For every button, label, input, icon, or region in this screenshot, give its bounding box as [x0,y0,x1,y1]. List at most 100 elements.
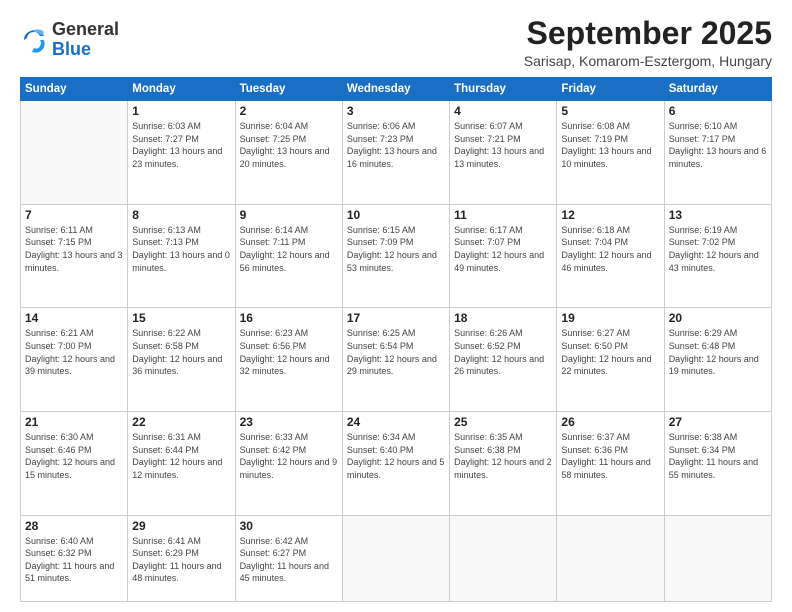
day-info: Sunrise: 6:42 AM Sunset: 6:27 PM Dayligh… [240,535,338,585]
calendar-body: 1 Sunrise: 6:03 AM Sunset: 7:27 PM Daylig… [21,101,772,602]
table-row: 19Sunrise: 6:27 AM Sunset: 6:50 PM Dayli… [557,308,664,412]
day-number: 17 [347,311,445,325]
col-tuesday: Tuesday [235,78,342,101]
table-row: 3 Sunrise: 6:06 AM Sunset: 7:23 PM Daylig… [342,101,449,205]
table-row [450,515,557,601]
col-thursday: Thursday [450,78,557,101]
table-row: 29 Sunrise: 6:41 AM Sunset: 6:29 PM Dayli… [128,515,235,601]
day-number: 5 [561,104,659,118]
day-info: Sunrise: 6:21 AM Sunset: 7:00 PM Dayligh… [25,327,123,377]
day-info: Sunrise: 6:07 AM Sunset: 7:21 PM Dayligh… [454,120,552,170]
logo-text: General Blue [52,20,119,60]
day-info: Sunrise: 6:29 AM Sunset: 6:48 PM Dayligh… [669,327,767,377]
day-info: Sunrise: 6:08 AM Sunset: 7:19 PM Dayligh… [561,120,659,170]
table-row: 7 Sunrise: 6:11 AM Sunset: 7:15 PM Daylig… [21,204,128,308]
header: General Blue September 2025 Sarisap, Kom… [20,16,772,69]
day-info: Sunrise: 6:34 AM Sunset: 6:40 PM Dayligh… [347,431,445,481]
table-row: 17 Sunrise: 6:25 AM Sunset: 6:54 PM Dayli… [342,308,449,412]
day-number: 7 [25,208,123,222]
table-row: 9Sunrise: 6:14 AM Sunset: 7:11 PM Daylig… [235,204,342,308]
day-number: 6 [669,104,767,118]
day-number: 26 [561,415,659,429]
table-row: 23 Sunrise: 6:33 AM Sunset: 6:42 PM Dayli… [235,411,342,515]
day-number: 3 [347,104,445,118]
table-row: 5 Sunrise: 6:08 AM Sunset: 7:19 PM Daylig… [557,101,664,205]
day-number: 1 [132,104,230,118]
day-number: 10 [347,208,445,222]
table-row: 11 Sunrise: 6:17 AM Sunset: 7:07 PM Dayli… [450,204,557,308]
day-info: Sunrise: 6:19 AM Sunset: 7:02 PM Dayligh… [669,224,767,274]
table-row: 21 Sunrise: 6:30 AM Sunset: 6:46 PM Dayli… [21,411,128,515]
table-row: 26 Sunrise: 6:37 AM Sunset: 6:36 PM Dayli… [557,411,664,515]
table-row: 10Sunrise: 6:15 AM Sunset: 7:09 PM Dayli… [342,204,449,308]
title-block: September 2025 Sarisap, Komarom-Esztergo… [524,16,772,69]
day-info: Sunrise: 6:38 AM Sunset: 6:34 PM Dayligh… [669,431,767,481]
calendar-header-row: Sunday Monday Tuesday Wednesday Thursday… [21,78,772,101]
month-title: September 2025 [524,16,772,51]
table-row: 30 Sunrise: 6:42 AM Sunset: 6:27 PM Dayli… [235,515,342,601]
day-number: 19 [561,311,659,325]
col-monday: Monday [128,78,235,101]
col-friday: Friday [557,78,664,101]
day-info: Sunrise: 6:37 AM Sunset: 6:36 PM Dayligh… [561,431,659,481]
day-info: Sunrise: 6:35 AM Sunset: 6:38 PM Dayligh… [454,431,552,481]
calendar-row: 7 Sunrise: 6:11 AM Sunset: 7:15 PM Daylig… [21,204,772,308]
day-number: 9 [240,208,338,222]
table-row: 18Sunrise: 6:26 AM Sunset: 6:52 PM Dayli… [450,308,557,412]
day-info: Sunrise: 6:10 AM Sunset: 7:17 PM Dayligh… [669,120,767,170]
day-number: 12 [561,208,659,222]
day-info: Sunrise: 6:30 AM Sunset: 6:46 PM Dayligh… [25,431,123,481]
day-info: Sunrise: 6:13 AM Sunset: 7:13 PM Dayligh… [132,224,230,274]
day-info: Sunrise: 6:17 AM Sunset: 7:07 PM Dayligh… [454,224,552,274]
day-number: 14 [25,311,123,325]
day-info: Sunrise: 6:25 AM Sunset: 6:54 PM Dayligh… [347,327,445,377]
table-row: 28 Sunrise: 6:40 AM Sunset: 6:32 PM Dayli… [21,515,128,601]
day-number: 20 [669,311,767,325]
col-sunday: Sunday [21,78,128,101]
logo: General Blue [20,20,119,60]
table-row: 2 Sunrise: 6:04 AM Sunset: 7:25 PM Daylig… [235,101,342,205]
table-row: 20 Sunrise: 6:29 AM Sunset: 6:48 PM Dayli… [664,308,771,412]
day-number: 4 [454,104,552,118]
table-row: 22Sunrise: 6:31 AM Sunset: 6:44 PM Dayli… [128,411,235,515]
day-info: Sunrise: 6:23 AM Sunset: 6:56 PM Dayligh… [240,327,338,377]
day-number: 15 [132,311,230,325]
logo-blue: Blue [52,40,119,60]
day-number: 8 [132,208,230,222]
table-row: 4 Sunrise: 6:07 AM Sunset: 7:21 PM Daylig… [450,101,557,205]
calendar-row: 28 Sunrise: 6:40 AM Sunset: 6:32 PM Dayli… [21,515,772,601]
day-info: Sunrise: 6:33 AM Sunset: 6:42 PM Dayligh… [240,431,338,481]
day-number: 13 [669,208,767,222]
day-info: Sunrise: 6:11 AM Sunset: 7:15 PM Dayligh… [25,224,123,274]
table-row: 15Sunrise: 6:22 AM Sunset: 6:58 PM Dayli… [128,308,235,412]
day-info: Sunrise: 6:18 AM Sunset: 7:04 PM Dayligh… [561,224,659,274]
day-info: Sunrise: 6:04 AM Sunset: 7:25 PM Dayligh… [240,120,338,170]
table-row: 12 Sunrise: 6:18 AM Sunset: 7:04 PM Dayli… [557,204,664,308]
table-row: 16 Sunrise: 6:23 AM Sunset: 6:56 PM Dayli… [235,308,342,412]
day-number: 25 [454,415,552,429]
day-number: 23 [240,415,338,429]
day-number: 16 [240,311,338,325]
day-number: 21 [25,415,123,429]
day-number: 2 [240,104,338,118]
day-info: Sunrise: 6:06 AM Sunset: 7:23 PM Dayligh… [347,120,445,170]
table-row: 24 Sunrise: 6:34 AM Sunset: 6:40 PM Dayli… [342,411,449,515]
calendar-row: 14 Sunrise: 6:21 AM Sunset: 7:00 PM Dayli… [21,308,772,412]
day-info: Sunrise: 6:40 AM Sunset: 6:32 PM Dayligh… [25,535,123,585]
day-number: 27 [669,415,767,429]
location: Sarisap, Komarom-Esztergom, Hungary [524,53,772,69]
table-row [21,101,128,205]
logo-icon [20,26,48,54]
day-number: 11 [454,208,552,222]
day-number: 24 [347,415,445,429]
day-info: Sunrise: 6:03 AM Sunset: 7:27 PM Dayligh… [132,120,230,170]
table-row: 13 Sunrise: 6:19 AM Sunset: 7:02 PM Dayli… [664,204,771,308]
day-number: 29 [132,519,230,533]
day-number: 28 [25,519,123,533]
table-row [557,515,664,601]
table-row: 6 Sunrise: 6:10 AM Sunset: 7:17 PM Daylig… [664,101,771,205]
col-saturday: Saturday [664,78,771,101]
day-info: Sunrise: 6:41 AM Sunset: 6:29 PM Dayligh… [132,535,230,585]
day-number: 30 [240,519,338,533]
day-number: 18 [454,311,552,325]
